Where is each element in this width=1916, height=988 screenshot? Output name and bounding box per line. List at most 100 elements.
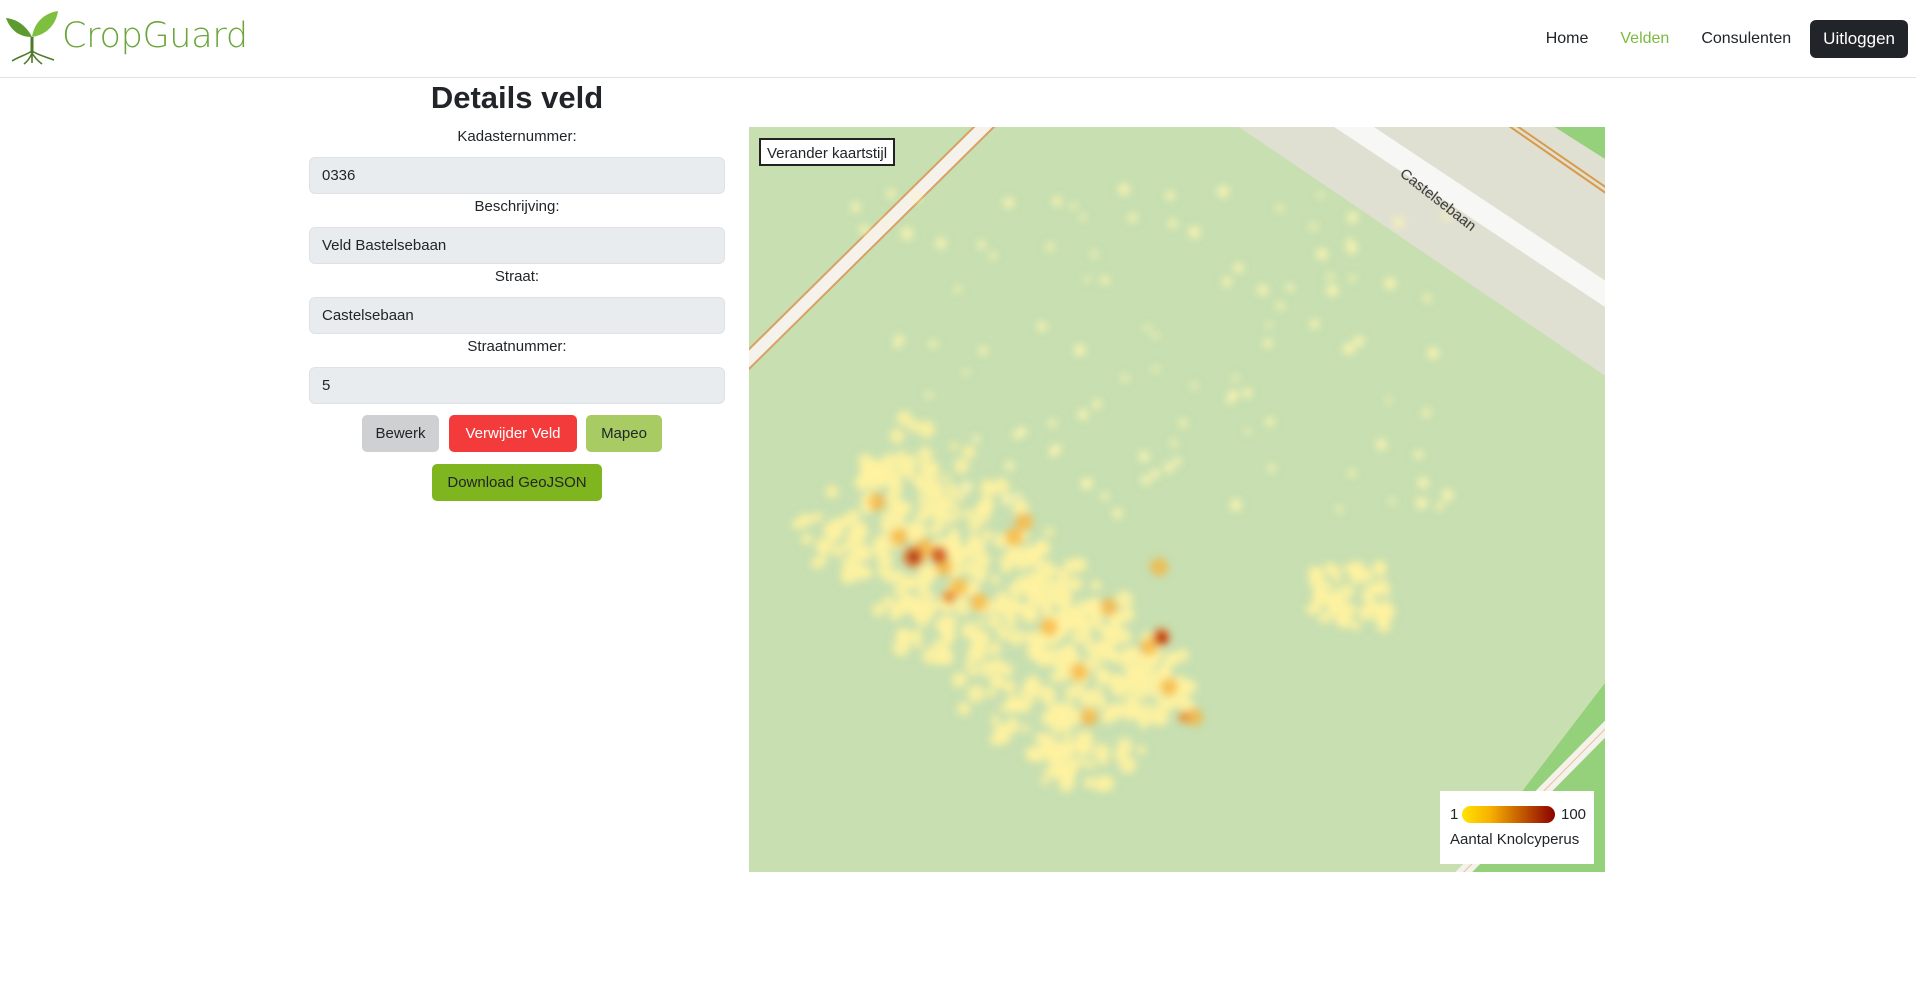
- heat-blob: [1050, 719, 1066, 735]
- heat-blob: [1026, 747, 1037, 757]
- heat-blob: [1119, 609, 1133, 623]
- nav-consulenten[interactable]: Consulenten: [1685, 30, 1807, 48]
- delete-field-button[interactable]: Verwijder Veld: [449, 415, 577, 452]
- heat-blob: [912, 474, 925, 487]
- heat-blob: [917, 420, 935, 438]
- heat-blob: [960, 481, 973, 494]
- heat-blob: [999, 556, 1008, 565]
- heat-blob: [892, 509, 902, 518]
- heat-blob: [1080, 708, 1098, 726]
- heat-blob: [1052, 196, 1062, 206]
- heat-blob: [848, 509, 860, 521]
- heat-blob: [810, 557, 824, 570]
- heat-blob: [1376, 578, 1389, 590]
- mapeo-button[interactable]: Mapeo: [586, 415, 662, 452]
- heat-blob: [1233, 262, 1244, 273]
- heat-blob: [990, 714, 999, 723]
- heat-blob: [1276, 301, 1285, 310]
- heat-blob: [1342, 609, 1351, 618]
- heat-blob: [935, 617, 950, 631]
- heat-blob: [1098, 775, 1115, 792]
- heat-blob: [1318, 612, 1331, 624]
- heatmap-map[interactable]: Castelsebaan Verander kaartstijl 1 100 A…: [749, 127, 1605, 872]
- heat-blob: [1308, 575, 1319, 586]
- heat-blob: [1380, 600, 1393, 612]
- nav-home[interactable]: Home: [1530, 30, 1605, 48]
- heat-blob: [1152, 332, 1159, 339]
- heat-blob: [1048, 448, 1057, 457]
- heat-blob: [1015, 513, 1033, 531]
- heat-blob: [995, 591, 1008, 603]
- heat-blob: [935, 237, 947, 249]
- legend-max: 100: [1561, 806, 1587, 823]
- heat-blob: [1373, 563, 1387, 577]
- heat-blob: [954, 285, 962, 293]
- heat-blob: [1331, 566, 1341, 576]
- heat-blob: [1350, 620, 1361, 631]
- heat-blob: [1123, 661, 1132, 671]
- heat-blob: [1107, 674, 1125, 692]
- heat-blob: [1040, 618, 1058, 636]
- heat-blob: [903, 502, 912, 512]
- straat-field[interactable]: Castelsebaan: [309, 297, 725, 334]
- heat-blob: [1376, 439, 1387, 451]
- heat-blob: [1035, 544, 1044, 553]
- download-geojson-button[interactable]: Download GeoJSON: [432, 464, 602, 501]
- heat-blob: [1257, 284, 1269, 296]
- heat-blob: [1120, 704, 1138, 721]
- heat-blob: [1055, 665, 1065, 675]
- heat-blob: [1083, 478, 1093, 488]
- heat-blob: [939, 642, 949, 652]
- heat-blob: [1064, 700, 1074, 710]
- heat-blob: [1021, 724, 1030, 733]
- logout-button[interactable]: Uitloggen: [1810, 20, 1908, 58]
- heat-blob: [1157, 633, 1167, 643]
- heat-blob: [1266, 322, 1273, 329]
- heat-blob: [1036, 321, 1047, 332]
- heat-blob: [1181, 695, 1191, 706]
- heat-blob: [892, 639, 910, 657]
- heat-blob: [1346, 242, 1358, 254]
- kadasternummer-field[interactable]: 0336: [309, 157, 725, 194]
- heat-blob: [981, 529, 993, 541]
- heat-blob: [956, 596, 966, 607]
- heat-blob: [1121, 374, 1129, 383]
- heat-blob: [1312, 566, 1322, 575]
- heat-blob: [1329, 599, 1343, 613]
- heat-blob: [1035, 745, 1047, 757]
- nav-velden[interactable]: Velden: [1604, 30, 1685, 48]
- heat-blob: [1353, 335, 1365, 347]
- heat-blob: [1175, 648, 1190, 662]
- heat-blob: [986, 688, 996, 698]
- road-castelsebaan: [1239, 127, 1605, 376]
- heat-blob: [1276, 204, 1284, 213]
- change-map-style-button[interactable]: Verander kaartstijl: [759, 138, 896, 166]
- heat-blob: [925, 391, 933, 399]
- heat-blob: [1164, 462, 1175, 473]
- heat-blob: [1074, 738, 1092, 756]
- heat-blob: [815, 537, 830, 552]
- heat-blob: [1070, 663, 1088, 681]
- heat-blob: [1128, 213, 1138, 223]
- heat-blob: [1242, 388, 1253, 399]
- brand-logo[interactable]: CropGuard: [4, 6, 248, 66]
- edit-button[interactable]: Bewerk: [362, 415, 439, 452]
- heat-blob: [1034, 732, 1046, 744]
- heat-blob: [1098, 624, 1111, 637]
- heat-blob: [1046, 242, 1055, 251]
- heat-blob: [1415, 497, 1428, 509]
- heat-blob: [1343, 343, 1355, 355]
- heat-blob: [915, 509, 928, 523]
- straatnummer-field[interactable]: 5: [309, 367, 725, 404]
- heat-blob: [841, 540, 853, 551]
- heat-blob: [948, 527, 960, 540]
- heat-blob: [1317, 192, 1325, 199]
- heat-blob: [998, 603, 1011, 616]
- beschrijving-field[interactable]: Veld Bastelsebaan: [309, 227, 725, 264]
- heat-blob: [991, 676, 1002, 687]
- heat-blob: [1423, 294, 1432, 303]
- heat-blob: [962, 445, 976, 459]
- heat-blob: [1012, 499, 1029, 516]
- heat-blob: [1007, 703, 1017, 714]
- heat-blob: [953, 458, 969, 474]
